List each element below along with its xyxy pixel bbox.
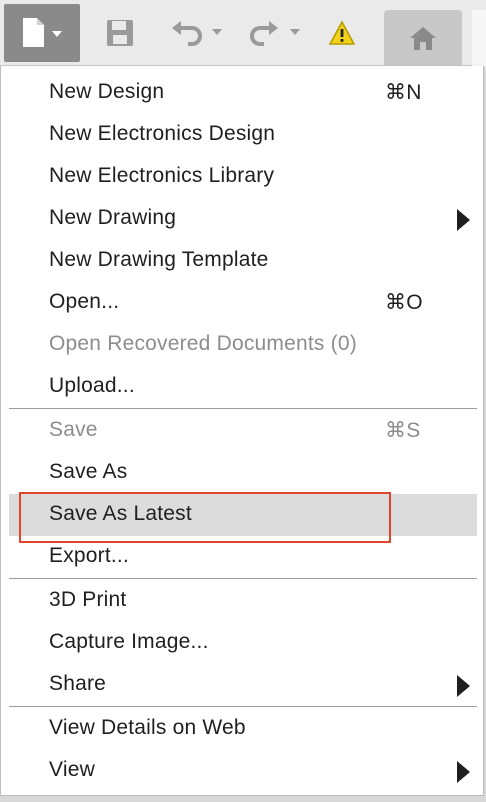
menu-item-export[interactable]: Export... [9,536,477,578]
menu-item-label: View Details on Web [49,716,246,739]
menu-item-label: New Drawing Template [49,248,269,271]
menu-separator [9,408,477,409]
save-button[interactable] [98,8,142,58]
menu-item-new-design[interactable]: New Design ⌘N [9,72,477,114]
toolbar [0,0,486,66]
menu-item-label: Capture Image... [49,630,209,653]
menu-item-shortcut: ⌘S [385,419,421,442]
menu-item-label: Share [49,672,107,695]
menu-item-open[interactable]: Open... ⌘O [9,282,477,324]
submenu-arrow-icon [457,675,470,697]
menu-item-label: Save As Latest [49,502,192,525]
menu-item-label: New Electronics Design [49,122,276,145]
submenu-arrow-icon [457,209,470,231]
home-button[interactable] [384,10,462,66]
menu-item-label: New Electronics Library [49,164,275,187]
menu-item-upload[interactable]: Upload... [9,366,477,408]
undo-icon [172,21,202,46]
menu-item-new-electronics-library[interactable]: New Electronics Library [9,156,477,198]
redo-icon [250,21,278,46]
menu-item-label: Export... [49,544,129,567]
menu-item-label: Save [49,418,98,441]
menu-item-shortcut: ⌘N [385,81,422,104]
menu-item-label: New Drawing [49,206,177,229]
chevron-down-icon [290,29,300,35]
warning-button[interactable] [320,8,364,58]
menu-item-new-drawing[interactable]: New Drawing [9,198,477,240]
redo-button[interactable] [242,8,310,58]
menu-item-label: Open Recovered Documents (0) [49,332,357,355]
menu-item-save-as[interactable]: Save As [9,452,477,494]
menu-item-label: View [49,758,95,781]
menu-separator [9,578,477,579]
chevron-down-icon [212,29,222,35]
menu-separator [9,706,477,707]
menu-item-view-details-on-web[interactable]: View Details on Web [9,708,477,750]
warning-icon [328,20,356,45]
document-icon [23,18,44,47]
file-dropdown-menu: New Design ⌘N New Electronics Design New… [0,66,484,796]
save-icon [107,20,133,46]
menu-item-shortcut: ⌘O [385,291,423,314]
menu-item-save-as-latest[interactable]: Save As Latest [9,494,477,536]
menu-item-label: Save As [49,460,128,483]
submenu-arrow-icon [457,761,470,783]
menu-item-3d-print[interactable]: 3D Print [9,580,477,622]
undo-button[interactable] [164,8,232,58]
file-menu-button[interactable] [4,4,80,62]
menu-item-view[interactable]: View [9,750,477,792]
menu-item-label: 3D Print [49,588,127,611]
menu-item-save: Save ⌘S [9,410,477,452]
toolbar-edge [472,10,486,66]
menu-item-new-electronics-design[interactable]: New Electronics Design [9,114,477,156]
chevron-down-icon [52,31,62,37]
menu-item-label: New Design [49,80,165,103]
background-canvas [0,796,486,802]
home-icon [410,27,436,50]
menu-item-capture-image[interactable]: Capture Image... [9,622,477,664]
menu-item-share[interactable]: Share [9,664,477,706]
menu-item-open-recovered-documents: Open Recovered Documents (0) [9,324,477,366]
menu-item-label: Open... [49,290,120,313]
menu-item-label: Upload... [49,374,135,397]
menu-item-new-drawing-template[interactable]: New Drawing Template [9,240,477,282]
